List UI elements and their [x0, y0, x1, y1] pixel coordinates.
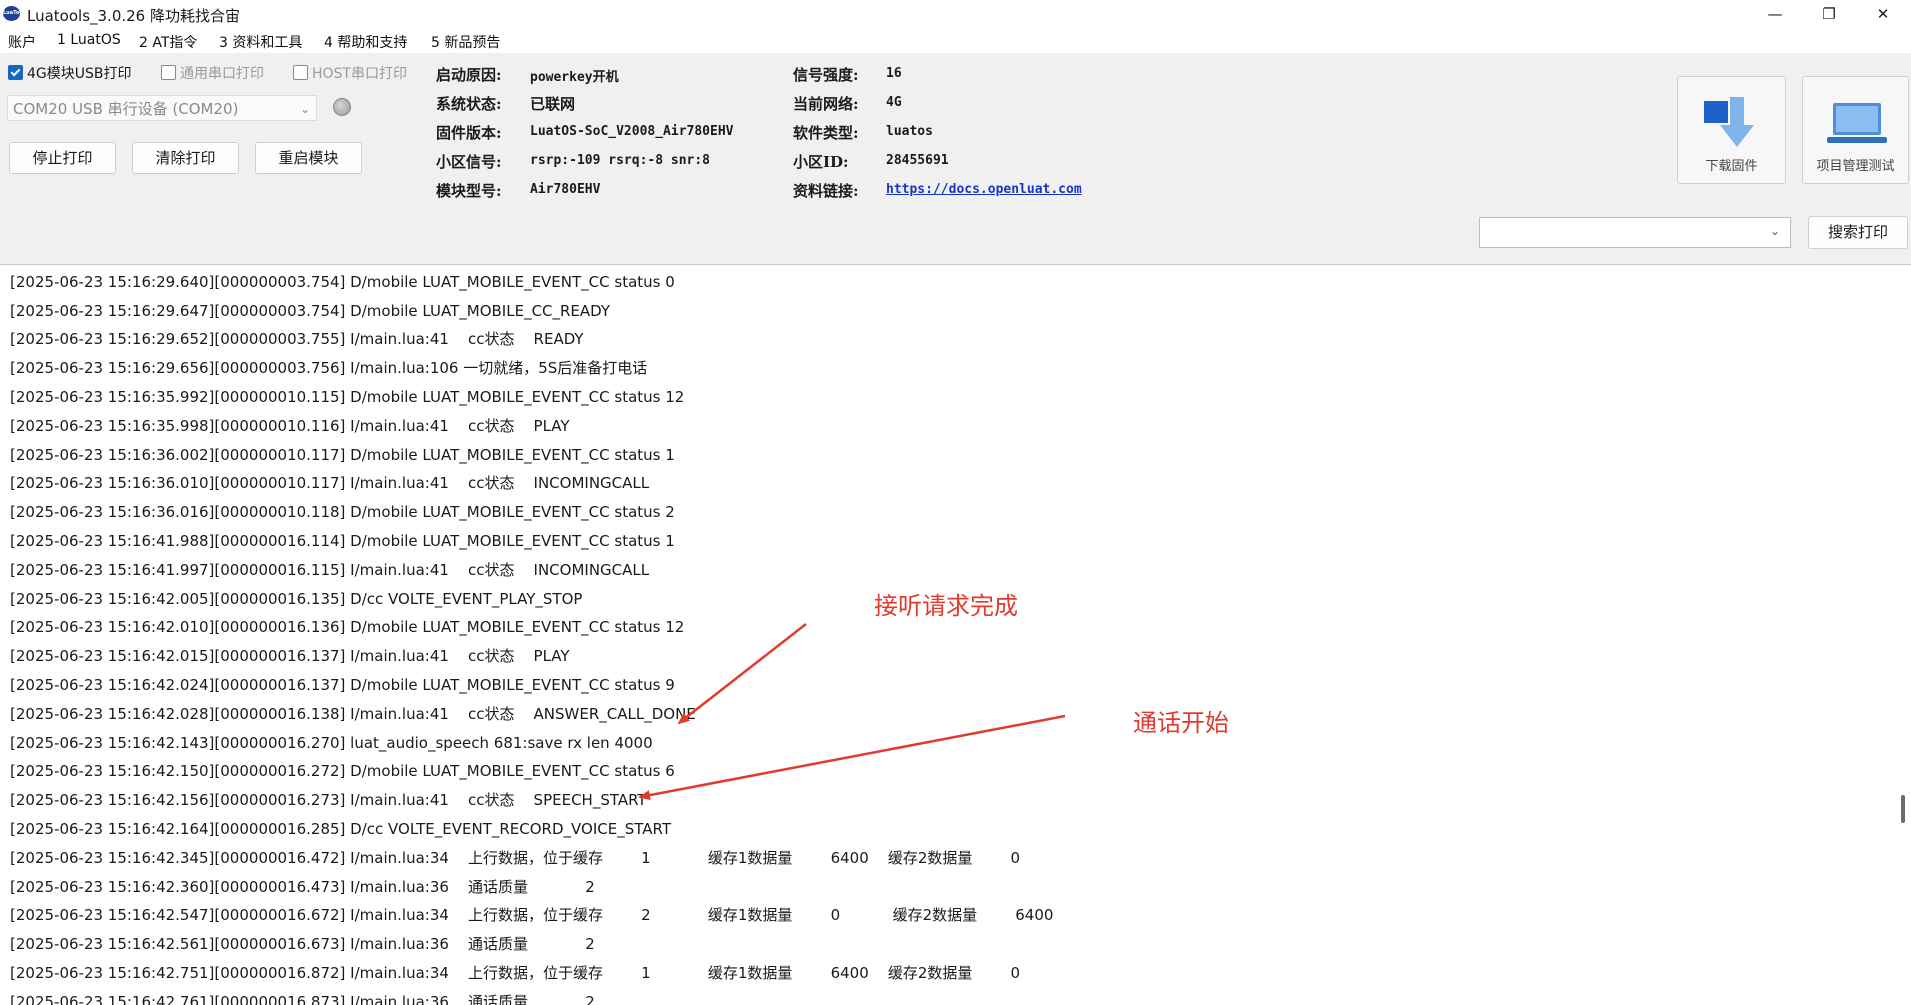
log-lines: [2025-06-23 15:16:29.635][000000003.752]…: [10, 265, 1053, 1005]
log-line: [2025-06-23 15:16:41.997][000000016.115]…: [10, 560, 650, 579]
log-line: [2025-06-23 15:16:29.652][000000003.755]…: [10, 330, 584, 349]
log-line: [2025-06-23 15:16:42.345][000000016.472]…: [10, 848, 1021, 867]
cell-signal-value: rsrp:-109 rsrq:-8 snr:8: [530, 153, 711, 168]
close-button[interactable]: ✕: [1856, 0, 1910, 29]
port-select-value: COM20 USB 串行设备 (COM20): [13, 100, 239, 118]
clear-print-button[interactable]: 清除打印: [132, 142, 239, 174]
vertical-scrollbar[interactable]: [1898, 265, 1911, 1005]
serial-print-checkbox[interactable]: 通用串口打印: [161, 63, 264, 83]
firmware-version-value: LuatOS-SoC_V2008_Air780EHV: [530, 124, 734, 139]
current-network-value: 4G: [886, 95, 902, 110]
menu-help-support[interactable]: 4 帮助和支持: [324, 32, 407, 52]
cell-id-value: 28455691: [886, 153, 949, 168]
project-manager-label: 项目管理测试: [1816, 159, 1895, 174]
log-line: [2025-06-23 15:16:41.988][000000016.114]…: [10, 531, 675, 550]
minimize-button[interactable]: —: [1748, 0, 1802, 29]
boot-reason-label: 启动原因:: [436, 66, 502, 84]
log-line: [2025-06-23 15:16:29.656][000000003.756]…: [10, 359, 648, 378]
log-line: [2025-06-23 15:16:42.156][000000016.273]…: [10, 791, 647, 810]
log-line: [2025-06-23 15:16:42.547][000000016.672]…: [10, 906, 1054, 925]
current-network-label: 当前网络:: [793, 95, 859, 113]
doc-link-label: 资料链接:: [793, 182, 859, 200]
download-firmware-label: 下载固件: [1705, 159, 1758, 174]
chevron-down-icon[interactable]: ⌄: [1770, 224, 1780, 238]
log-line: [2025-06-23 15:16:42.751][000000016.872]…: [10, 963, 1021, 982]
window-title: Luatools_3.0.26 降功耗找合宙: [27, 7, 240, 25]
log-line: [2025-06-23 15:16:35.998][000000010.116]…: [10, 416, 570, 435]
menu-account[interactable]: 账户: [8, 32, 36, 52]
firmware-version-label: 固件版本:: [436, 124, 502, 142]
cell-id-label: 小区ID:: [793, 153, 849, 171]
log-line: [2025-06-23 15:16:42.143][000000016.270]…: [10, 733, 653, 752]
signal-strength-label: 信号强度:: [793, 66, 859, 84]
chevron-down-icon: ⌄: [299, 102, 310, 116]
download-firmware-button[interactable]: 下载固件: [1677, 76, 1786, 184]
log-line: [2025-06-23 15:16:35.992][000000010.115]…: [10, 387, 685, 406]
log-output[interactable]: [2025-06-23 15:16:29.635][000000003.752]…: [0, 265, 1911, 1005]
host-print-label: HOST串口打印: [312, 66, 407, 82]
log-line: [2025-06-23 15:16:36.002][000000010.117]…: [10, 445, 675, 464]
log-line: [2025-06-23 15:16:42.360][000000016.473]…: [10, 877, 595, 896]
project-manager-button[interactable]: 项目管理测试: [1802, 76, 1909, 184]
signal-strength-value: 16: [886, 66, 902, 81]
usb-print-label: 4G模块USB打印: [27, 66, 132, 82]
cell-signal-label: 小区信号:: [436, 153, 502, 171]
luatools-logo-icon: LuaTools: [3, 6, 27, 21]
control-panel: 4G模块USB打印 通用串口打印 HOST串口打印 COM20 USB 串行设备…: [0, 53, 1911, 265]
title-bar: LuaTools Luatools_3.0.26 降功耗找合宙 — ❐ ✕: [0, 0, 1911, 29]
checkbox-unchecked-icon: [293, 65, 308, 80]
host-print-checkbox[interactable]: HOST串口打印: [293, 63, 407, 83]
log-line: [2025-06-23 15:16:42.164][000000016.285]…: [10, 819, 671, 838]
module-model-value: Air780EHV: [530, 182, 601, 197]
menu-new-products[interactable]: 5 新品预告: [431, 32, 500, 52]
stop-print-button[interactable]: 停止打印: [9, 142, 116, 174]
search-input[interactable]: ⌄: [1479, 217, 1791, 248]
menu-luatos[interactable]: 1 LuatOS: [57, 32, 121, 48]
annotation-answer-done: 接听请求完成: [874, 592, 1018, 620]
menu-resources-tools[interactable]: 3 资料和工具: [219, 32, 302, 52]
system-status-value: 已联网: [530, 95, 576, 113]
menu-bar: 账户 1 LuatOS 2 AT指令 3 资料和工具 4 帮助和支持 5 新品预…: [0, 29, 1911, 53]
usb-print-checkbox[interactable]: 4G模块USB打印: [8, 63, 132, 83]
module-model-label: 模块型号:: [436, 182, 502, 200]
download-icon: [1704, 97, 1754, 147]
log-line: [2025-06-23 15:16:42.028][000000016.138]…: [10, 704, 696, 723]
log-line: [2025-06-23 15:16:36.010][000000010.117]…: [10, 474, 650, 493]
log-line: [2025-06-23 15:16:42.761][000000016.873]…: [10, 992, 595, 1005]
log-line: [2025-06-23 15:16:42.015][000000016.137]…: [10, 647, 570, 666]
doc-link[interactable]: https://docs.openluat.com: [886, 182, 1082, 197]
laptop-icon: [1827, 103, 1887, 143]
log-line: [2025-06-23 15:16:29.647][000000003.754]…: [10, 301, 611, 320]
port-select[interactable]: COM20 USB 串行设备 (COM20) ⌄: [7, 95, 317, 121]
scrollbar-thumb[interactable]: [1901, 795, 1905, 823]
checkbox-unchecked-icon: [161, 65, 176, 80]
boot-reason-value: powerkey开机: [530, 70, 619, 85]
log-line: [2025-06-23 15:16:42.561][000000016.673]…: [10, 935, 595, 954]
connection-status-icon: [333, 98, 351, 116]
log-line: [2025-06-23 15:16:29.640][000000003.754]…: [10, 272, 675, 291]
log-line: [2025-06-23 15:16:42.024][000000016.137]…: [10, 675, 675, 694]
checkbox-checked-icon: [8, 65, 23, 80]
restart-module-button[interactable]: 重启模块: [255, 142, 362, 174]
software-type-label: 软件类型:: [793, 124, 859, 142]
log-line: [2025-06-23 15:16:36.016][000000010.118]…: [10, 503, 675, 522]
search-print-button[interactable]: 搜索打印: [1808, 216, 1908, 249]
annotation-speech-start: 通话开始: [1133, 709, 1229, 737]
software-type-value: luatos: [886, 124, 933, 139]
menu-at-commands[interactable]: 2 AT指令: [139, 32, 197, 52]
log-line: [2025-06-23 15:16:42.150][000000016.272]…: [10, 762, 675, 781]
system-status-label: 系统状态:: [436, 95, 502, 113]
maximize-button[interactable]: ❐: [1802, 0, 1856, 29]
serial-print-label: 通用串口打印: [180, 66, 264, 82]
